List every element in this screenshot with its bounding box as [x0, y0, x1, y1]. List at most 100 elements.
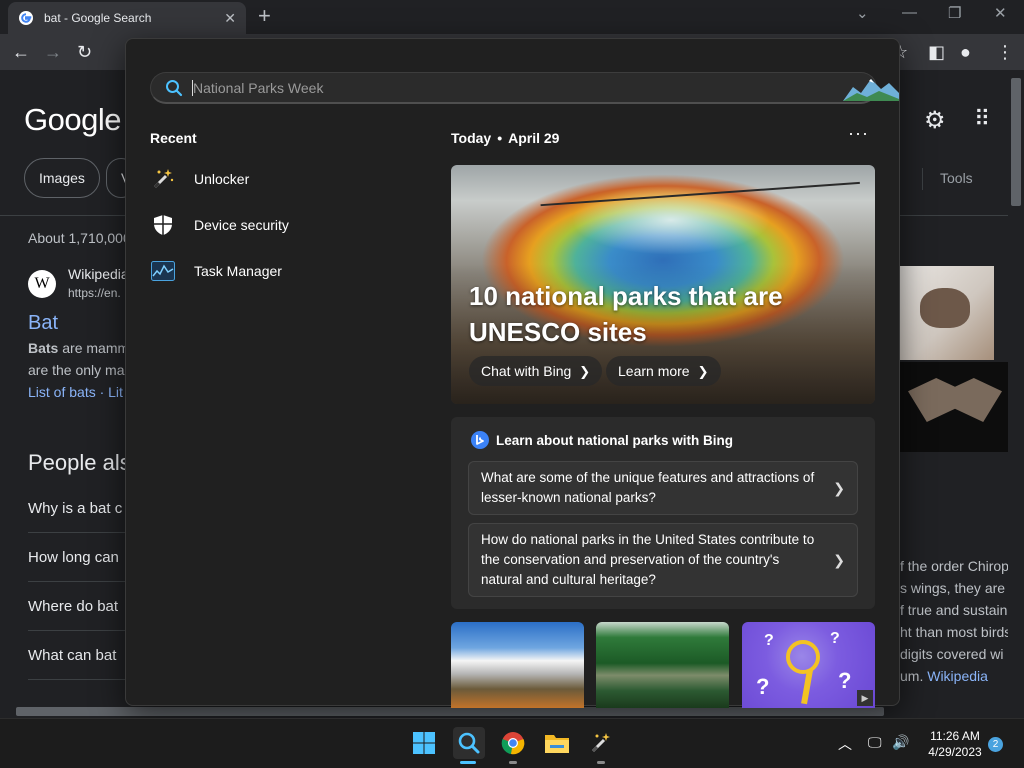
divider	[922, 168, 923, 190]
volume-icon[interactable]: 🔊	[892, 734, 909, 751]
recent-heading: Recent	[150, 130, 197, 146]
panel-snippet: s wings, they are t	[900, 580, 1013, 596]
search-taskbar-icon[interactable]	[453, 727, 485, 759]
bing-question-button[interactable]: How do national parks in the United Stat…	[468, 523, 858, 597]
wikipedia-link[interactable]: Wikipedia	[927, 668, 988, 684]
network-icon[interactable]: 🖵	[868, 734, 882, 751]
magic-wand-icon	[150, 166, 176, 192]
question-mark-glyph: ?	[838, 668, 852, 693]
active-indicator	[460, 761, 476, 764]
bing-suggestions-card: Learn about national parks with Bing Wha…	[451, 417, 875, 609]
images-chip[interactable]: Images	[24, 158, 100, 198]
bat-image[interactable]	[900, 266, 994, 360]
clock[interactable]: 11:26 AM 4/29/2023	[918, 728, 992, 760]
bing-question-button[interactable]: What are some of the unique features and…	[468, 461, 858, 515]
paa-question[interactable]: Where do bat	[28, 598, 118, 615]
quiz-thumbnail[interactable]: ? ? ? ? ▶	[742, 622, 875, 708]
recent-item-task-manager[interactable]: Task Manager	[150, 253, 400, 289]
clock-time: 11:26 AM	[930, 729, 980, 743]
wikipedia-icon: W	[28, 270, 56, 298]
clock-date: 4/29/2023	[928, 745, 982, 759]
paa-question[interactable]: What can bat	[28, 647, 116, 664]
chat-with-bing-button[interactable]: Chat with Bing ❯	[469, 356, 603, 386]
panel-snippet: digits covered wi	[900, 646, 1004, 662]
kebab-menu-icon[interactable]: ⋮	[996, 40, 1014, 64]
profile-icon[interactable]: ●	[960, 40, 971, 64]
result-title-link[interactable]: Bat	[28, 312, 58, 335]
search-box[interactable]	[150, 72, 899, 104]
magic-wand-icon[interactable]	[587, 729, 615, 757]
close-tab-icon[interactable]: ✕	[224, 10, 236, 27]
result-url: https://en.	[68, 286, 121, 300]
vertical-scroll-thumb[interactable]	[1011, 78, 1021, 206]
chevron-right-icon: ❯	[833, 552, 845, 568]
windows-start-icon[interactable]	[410, 729, 438, 757]
panel-snippet: ht than most birds	[900, 624, 1012, 640]
chevron-up-icon[interactable]: ︿	[838, 734, 852, 754]
question-mark-glyph: ?	[764, 632, 774, 649]
forest-lake-thumbnail[interactable]	[596, 622, 729, 708]
forward-arrow-icon[interactable]: →	[44, 40, 62, 64]
panel-snippet-end: um.	[900, 668, 924, 684]
question-text: What are some of the unique features and…	[481, 470, 815, 505]
search-input[interactable]	[193, 78, 793, 98]
panel-snippet: f the order Chirop	[900, 558, 1009, 574]
today-date: April 29	[508, 130, 560, 146]
result-count: About 1,710,000	[28, 230, 131, 246]
tab-strip: bat - Google Search ✕ + ⌄ — ❐ ✕	[0, 0, 1024, 34]
tab-search-icon[interactable]: ⌄	[856, 4, 869, 22]
today-header: Today • April 29	[451, 130, 559, 146]
national-parks-illustration[interactable]	[843, 75, 899, 101]
result-sublinks[interactable]: List of bats · Lit	[28, 384, 123, 400]
apps-grid-icon[interactable]: ⠿	[974, 106, 990, 132]
hero-card[interactable]: 10 national parks that are UNESCO sites …	[451, 165, 875, 404]
chevron-right-icon: ❯	[833, 480, 845, 496]
separator-dot: •	[497, 130, 503, 146]
panel-snippet: f true and sustain	[900, 602, 1008, 618]
learn-more-button[interactable]: Learn more ❯	[606, 356, 721, 386]
browser-tab[interactable]: bat - Google Search ✕	[8, 2, 246, 34]
close-window-icon[interactable]: ✕	[994, 4, 1007, 22]
reload-icon[interactable]: ↻	[77, 40, 92, 64]
file-explorer-icon[interactable]	[543, 729, 571, 757]
running-indicator	[509, 761, 517, 764]
bing-icon	[471, 431, 489, 449]
minimize-icon[interactable]: —	[902, 4, 917, 21]
snippet-text: are mamm	[58, 340, 130, 356]
google-favicon-icon	[19, 11, 33, 25]
more-options-icon[interactable]: ···	[848, 123, 869, 144]
task-manager-icon	[150, 258, 176, 284]
side-panel-icon[interactable]: ◧	[928, 40, 945, 64]
new-tab-button[interactable]: +	[258, 4, 271, 28]
paa-question[interactable]: Why is a bat c	[28, 500, 122, 517]
back-arrow-icon[interactable]: ←	[12, 40, 30, 64]
shield-icon	[150, 212, 176, 238]
tab-title: bat - Google Search	[44, 11, 152, 25]
question-mark-glyph: ?	[756, 674, 770, 699]
people-also-ask-heading: People als	[28, 450, 131, 475]
settings-gear-icon[interactable]: ⚙	[924, 106, 946, 135]
chevron-right-icon: ❯	[579, 364, 591, 379]
snippet-bold: Bats	[28, 340, 59, 356]
paa-question[interactable]: How long can	[28, 549, 119, 566]
recent-item-unlocker[interactable]: Unlocker	[150, 161, 400, 197]
search-icon	[166, 80, 183, 97]
tools-button[interactable]: Tools	[940, 170, 973, 186]
mountain-thumbnail[interactable]	[451, 622, 584, 708]
button-label: Chat with Bing	[481, 363, 572, 379]
notification-badge[interactable]: 2	[988, 737, 1003, 752]
chrome-icon[interactable]	[499, 729, 527, 757]
restore-icon[interactable]: ❐	[948, 4, 961, 22]
horizontal-scroll-thumb[interactable]	[16, 707, 884, 716]
bing-card-heading: Learn about national parks with Bing	[496, 432, 734, 448]
scroll-right-icon[interactable]: ▶	[857, 690, 873, 706]
magnifier-icon	[786, 640, 820, 674]
question-text: How do national parks in the United Stat…	[481, 532, 815, 587]
taskbar: ︿ 🖵 🔊 11:26 AM 4/29/2023 2	[0, 718, 1024, 768]
google-logo[interactable]: Google	[24, 102, 121, 138]
bat-image[interactable]	[900, 362, 1008, 452]
hero-title: 10 national parks that are UNESCO sites	[469, 281, 783, 347]
chevron-right-icon: ❯	[697, 364, 709, 379]
recent-item-label: Unlocker	[194, 171, 250, 187]
recent-item-device-security[interactable]: Device security	[150, 207, 400, 243]
